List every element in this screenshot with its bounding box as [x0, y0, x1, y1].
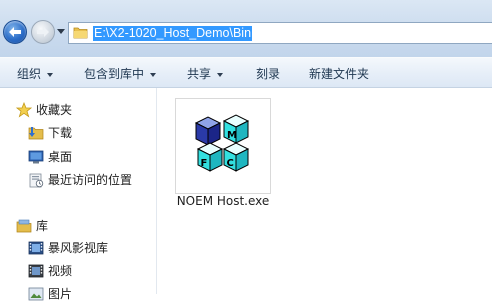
share-label: 共享: [187, 67, 212, 81]
address-path-text: E:\X2-1020_Host_Demo\Bin: [93, 26, 253, 41]
sidebar-item-label: 下载: [48, 126, 73, 140]
mfc-app-icon: M F C: [194, 114, 250, 172]
navigation-pane: 收藏夹 下载 桌面 最近访问的位置 库 暴风影视库 视频 图片: [0, 88, 157, 301]
file-list-area: M F C NOEM Host.exe: [157, 88, 492, 294]
svg-text:F: F: [201, 158, 208, 169]
sidebar-item-label: 最近访问的位置: [48, 173, 133, 187]
organize-menu[interactable]: 组织: [17, 66, 54, 82]
sidebar-item-label: 桌面: [48, 150, 73, 164]
address-bar-region: E:\X2-1020_Host_Demo\Bin: [0, 0, 492, 57]
new-folder-label: 新建文件夹: [309, 67, 370, 81]
burn-label: 刻录: [256, 67, 281, 81]
include-in-library-label: 包含到库中: [84, 67, 145, 81]
svg-text:C: C: [227, 158, 234, 169]
new-folder-button[interactable]: 新建文件夹: [309, 66, 369, 82]
svg-text:M: M: [227, 130, 237, 141]
recent-places-icon: [29, 173, 44, 188]
download-folder-icon: [28, 127, 44, 140]
sidebar-item-label: 暴风影视库: [48, 241, 109, 255]
file-name: NOEM Host.exe: [176, 194, 270, 208]
sidebar-item-label: 视频: [48, 264, 73, 278]
file-item[interactable]: M F C NOEM Host.exe: [157, 88, 289, 216]
sidebar-group-label: 库: [36, 219, 49, 233]
file-thumbnail: M F C: [175, 98, 271, 194]
sidebar-group-label: 收藏夹: [36, 103, 73, 117]
chevron-down-icon: [47, 72, 54, 77]
video-library-icon: [28, 241, 44, 255]
star-icon: [16, 102, 32, 118]
include-in-library-menu[interactable]: 包含到库中: [84, 66, 157, 82]
chevron-down-icon: [217, 72, 224, 77]
forward-button[interactable]: [31, 20, 55, 44]
address-input[interactable]: E:\X2-1020_Host_Demo\Bin: [68, 22, 492, 44]
organize-label: 组织: [17, 67, 42, 81]
command-toolbar: 组织 包含到库中 共享 刻录 新建文件夹: [0, 57, 492, 88]
forward-arrow-icon: [37, 27, 49, 37]
sidebar-item-label: 图片: [48, 287, 73, 301]
burn-button[interactable]: 刻录: [256, 66, 280, 82]
back-arrow-icon: [9, 27, 21, 37]
library-icon: [16, 219, 32, 233]
back-button[interactable]: [3, 20, 27, 44]
folder-icon: [73, 27, 88, 39]
desktop-icon: [28, 150, 44, 164]
recent-pages-dropdown-icon[interactable]: [57, 29, 65, 34]
pictures-icon: [28, 287, 44, 301]
chevron-down-icon: [150, 72, 157, 77]
video-icon: [28, 264, 44, 278]
share-menu[interactable]: 共享: [187, 66, 224, 82]
